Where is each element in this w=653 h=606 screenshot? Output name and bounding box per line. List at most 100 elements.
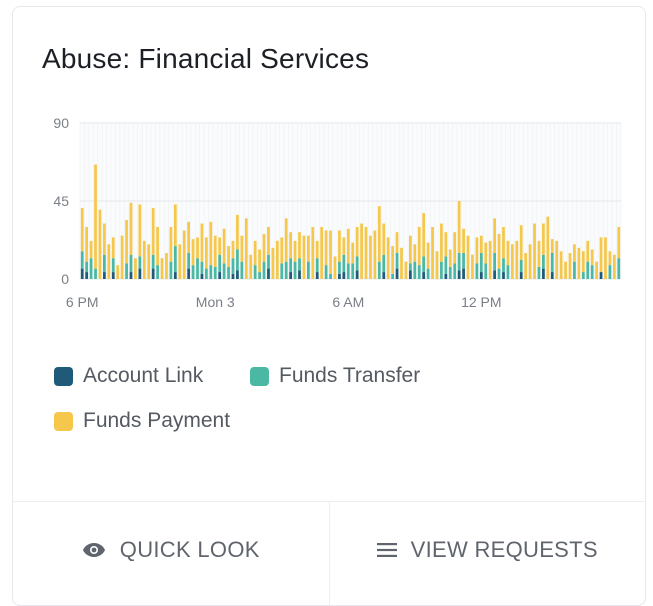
- list-icon: [376, 543, 397, 557]
- bar-funds-payment: [258, 249, 261, 273]
- bar-funds-transfer: [196, 258, 199, 279]
- bar-funds-payment: [542, 223, 545, 255]
- bar-funds-payment: [222, 228, 226, 264]
- bar-funds-payment: [116, 265, 120, 279]
- legend-label-account-link: Account Link: [83, 364, 204, 387]
- view-requests-label: VIEW REQUESTS: [410, 537, 598, 562]
- bar-funds-payment: [528, 244, 532, 279]
- bar-funds-transfer: [236, 249, 239, 271]
- bar-account-link: [218, 272, 222, 279]
- bar-funds-payment: [484, 242, 488, 264]
- bar-funds-payment: [298, 232, 301, 259]
- bar-funds-transfer: [440, 261, 443, 279]
- bar-account-link: [173, 272, 177, 279]
- bar-funds-payment: [573, 244, 576, 262]
- bar-funds-payment: [240, 235, 244, 262]
- bar-funds-payment: [564, 261, 567, 279]
- bar-funds-transfer: [284, 261, 288, 279]
- bar-funds-transfer: [408, 263, 412, 271]
- bar-funds-payment: [280, 237, 284, 264]
- bar-account-link: [267, 268, 270, 279]
- bar-funds-payment: [205, 237, 208, 269]
- bar-funds-payment: [187, 221, 191, 253]
- bar-funds-transfer: [338, 261, 341, 274]
- bar-account-link: [80, 268, 84, 279]
- bar-funds-transfer: [151, 254, 155, 269]
- bar-funds-payment: [608, 251, 612, 266]
- bar-account-link: [382, 272, 386, 279]
- bar-funds-payment: [111, 237, 115, 259]
- bar-funds-payment: [89, 240, 93, 259]
- bar-funds-payment: [311, 227, 315, 279]
- bar-funds-payment: [595, 261, 598, 279]
- bar-funds-payment: [612, 254, 616, 279]
- legend-item-funds-payment[interactable]: Funds Payment: [54, 409, 230, 433]
- bar-funds-payment: [209, 221, 213, 266]
- bar-funds-transfer: [382, 254, 386, 273]
- bar-funds-payment: [236, 214, 239, 250]
- bar-funds-payment: [249, 254, 253, 279]
- bar-funds-payment: [599, 237, 603, 273]
- bar-funds-payment: [165, 253, 168, 279]
- bar-funds-payment: [151, 207, 155, 255]
- y-tick-label: 45: [53, 193, 69, 209]
- bar-account-link: [151, 268, 155, 279]
- bar-funds-transfer: [324, 265, 328, 279]
- bar-account-link: [200, 273, 204, 279]
- bar-funds-payment: [382, 223, 386, 255]
- card-actions: QUICK LOOK VIEW REQUESTS: [13, 501, 646, 605]
- bar-funds-transfer: [298, 258, 301, 271]
- bar-funds-payment: [515, 240, 519, 279]
- bar-funds-payment: [191, 239, 195, 266]
- bar-funds-payment: [431, 227, 434, 279]
- bar-funds-payment: [333, 256, 337, 279]
- legend-item-funds-transfer[interactable]: Funds Transfer: [250, 364, 420, 388]
- bar-funds-transfer: [138, 256, 142, 269]
- view-requests-button[interactable]: VIEW REQUESTS: [328, 502, 646, 605]
- bar-funds-payment: [422, 213, 426, 257]
- bar-funds-transfer: [191, 265, 195, 279]
- bar-funds-payment: [444, 232, 448, 257]
- bar-funds-payment: [213, 235, 217, 267]
- bar-funds-payment: [302, 235, 306, 279]
- bar-funds-payment: [395, 232, 399, 253]
- bar-funds-payment: [364, 227, 368, 279]
- legend-item-account-link[interactable]: Account Link: [54, 364, 203, 388]
- bar-funds-transfer: [391, 273, 395, 279]
- bar-funds-transfer: [462, 253, 465, 269]
- bar-account-link: [111, 272, 115, 279]
- bar-funds-transfer: [346, 263, 350, 279]
- bar-funds-transfer: [125, 263, 128, 279]
- bar-funds-transfer: [413, 261, 417, 279]
- bar-funds-payment: [479, 235, 483, 253]
- bar-funds-payment: [244, 218, 248, 279]
- bar-funds-payment: [315, 240, 319, 259]
- bar-funds-transfer: [550, 253, 554, 273]
- bar-funds-transfer: [542, 254, 545, 269]
- bar-account-link: [138, 268, 142, 279]
- bar-funds-payment: [80, 207, 84, 252]
- x-tick-label: 6 AM: [332, 294, 364, 310]
- bar-funds-transfer: [608, 265, 612, 279]
- bar-funds-transfer: [586, 261, 590, 279]
- bar-account-link: [103, 272, 106, 279]
- bar-account-link: [129, 272, 133, 279]
- quick-look-button[interactable]: QUICK LOOK: [13, 502, 329, 605]
- bar-funds-payment: [488, 240, 492, 279]
- bar-funds-payment: [227, 246, 230, 267]
- bar-funds-payment: [138, 204, 142, 257]
- bar-funds-payment: [457, 201, 461, 253]
- bar-funds-payment: [546, 216, 550, 279]
- bar-funds-payment: [178, 244, 182, 279]
- bar-account-link: [395, 268, 399, 279]
- bar-funds-transfer: [262, 261, 266, 279]
- bar-funds-transfer: [537, 266, 541, 279]
- bar-funds-payment: [218, 237, 222, 255]
- bar-funds-payment: [142, 240, 146, 279]
- bar-funds-payment: [408, 235, 412, 264]
- bar-funds-payment: [550, 239, 554, 253]
- bar-funds-payment: [129, 202, 133, 255]
- bar-funds-payment: [275, 240, 279, 279]
- bar-funds-transfer: [253, 265, 257, 279]
- bar-funds-payment: [231, 240, 235, 259]
